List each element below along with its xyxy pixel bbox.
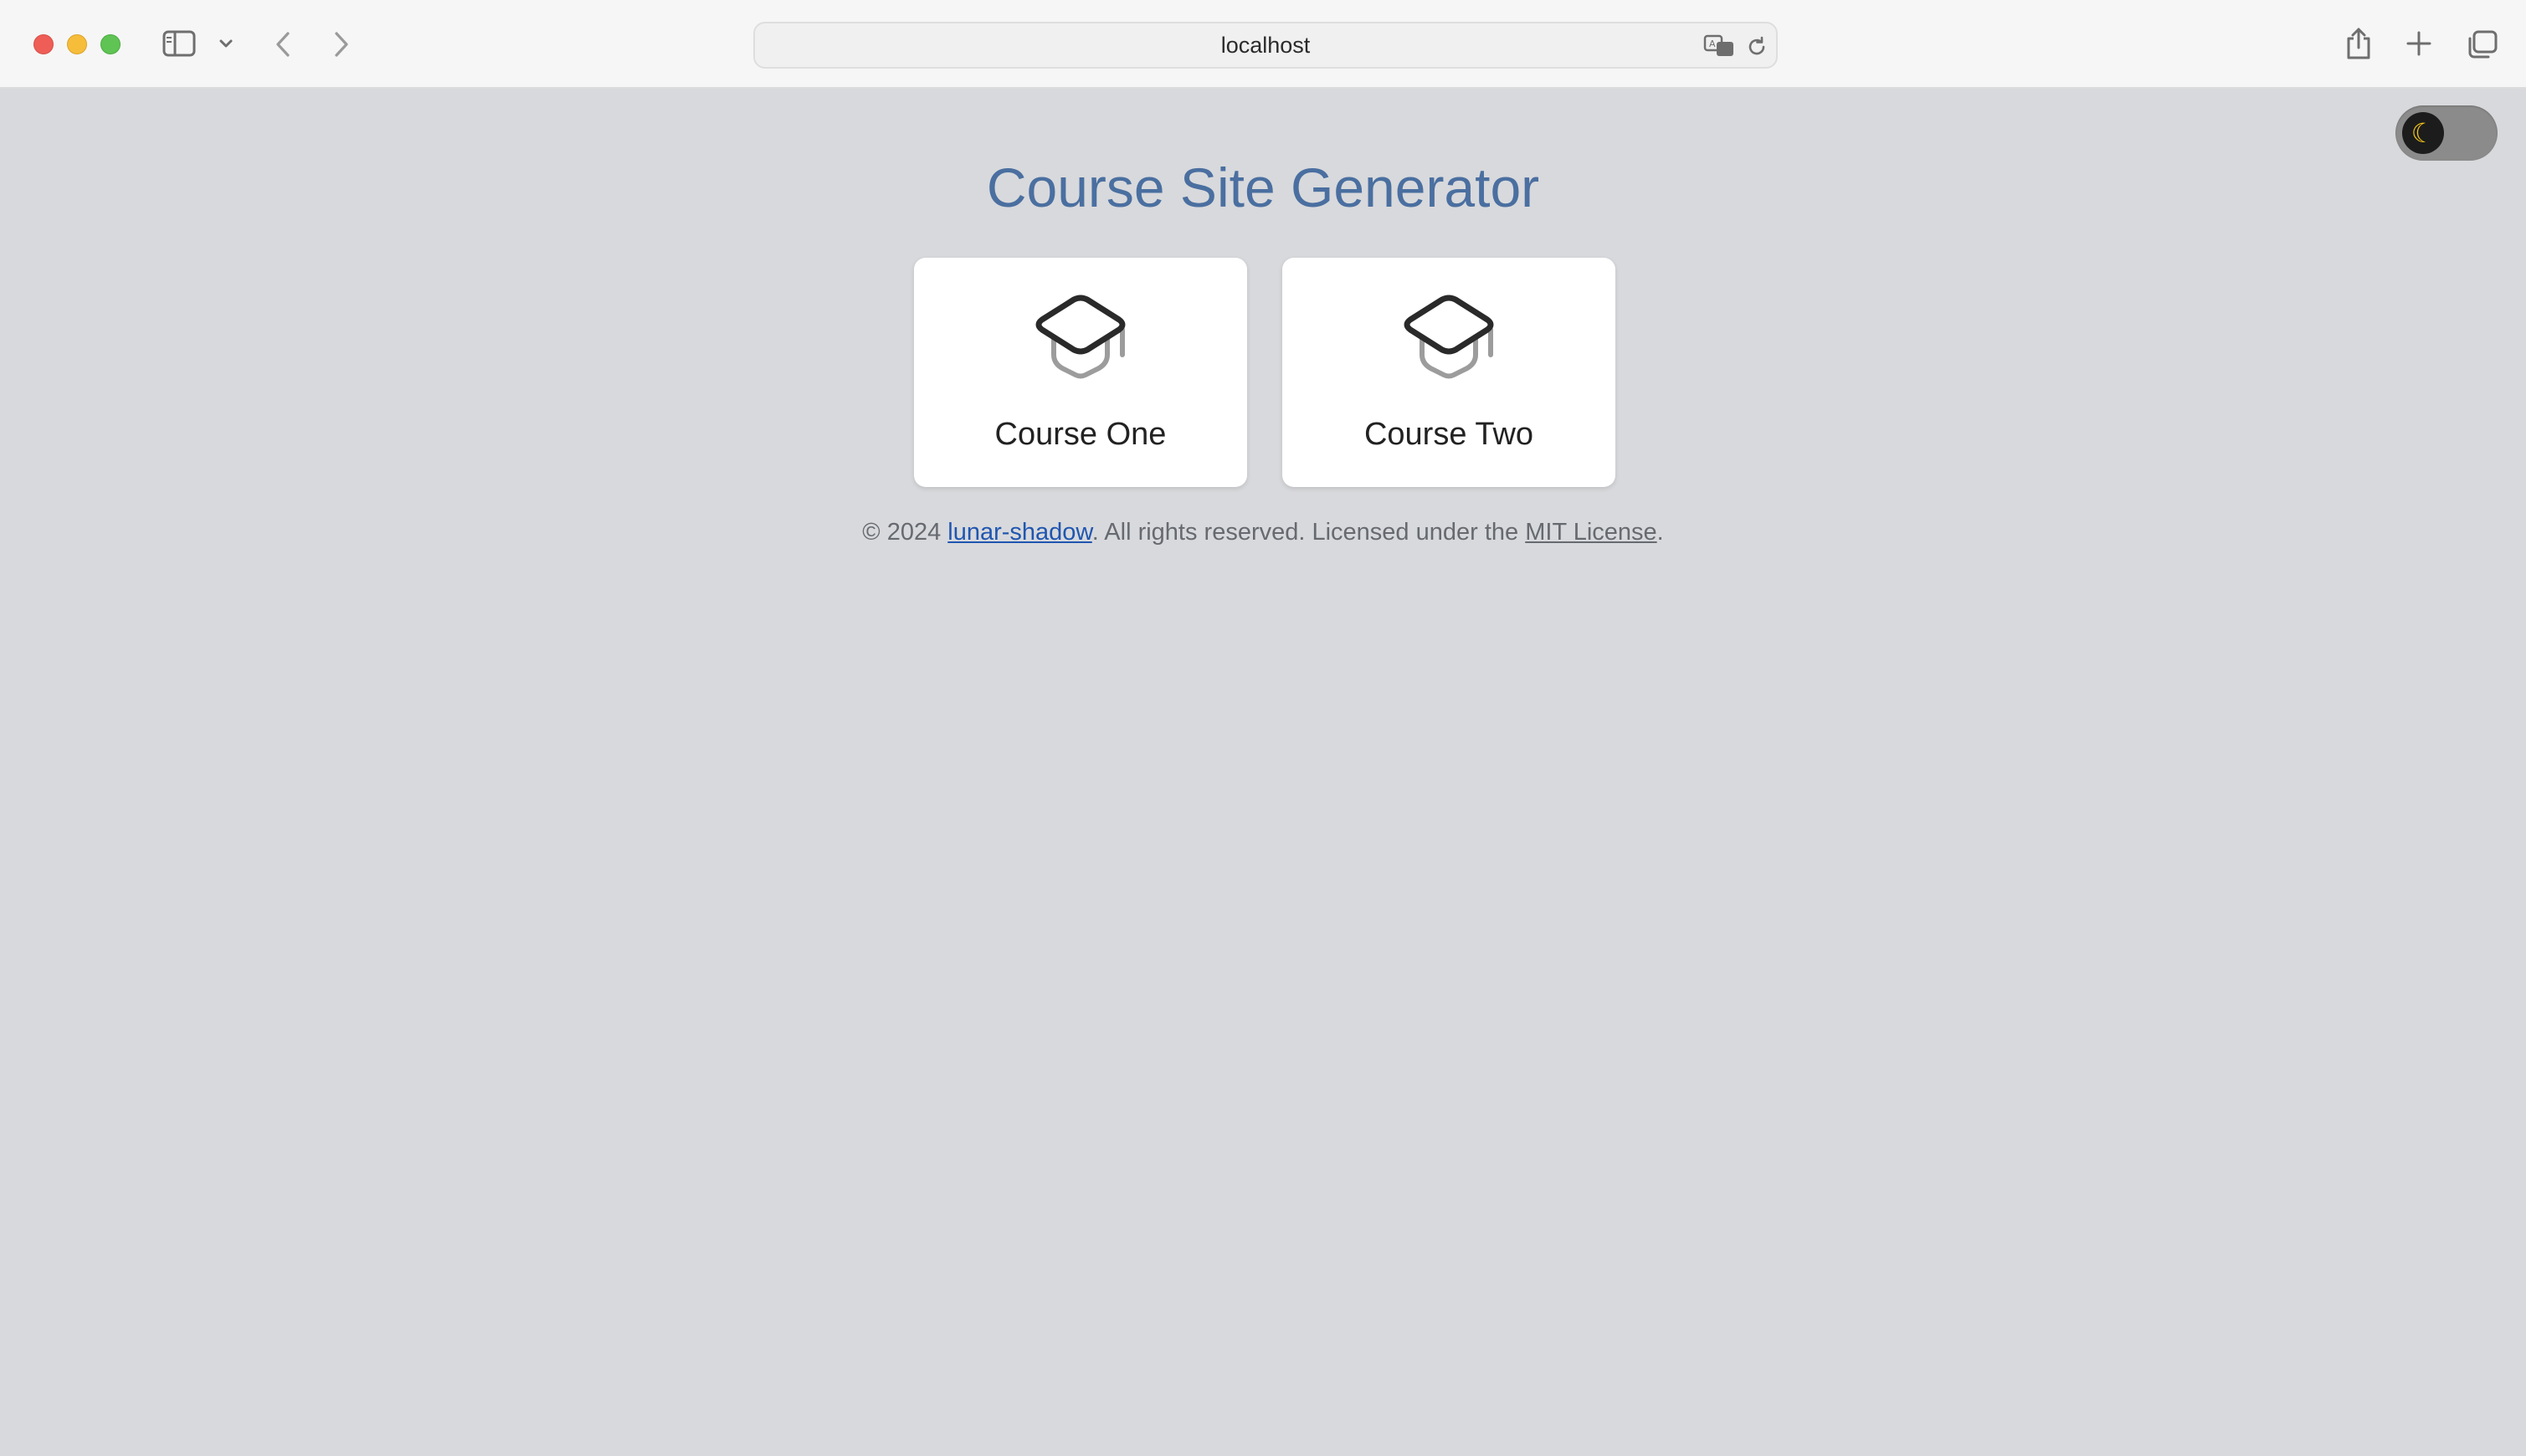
course-card-two[interactable]: Course Two (1282, 258, 1615, 487)
reload-icon[interactable] (1744, 33, 1769, 60)
tab-overview-icon[interactable] (2466, 28, 2499, 60)
course-card-one[interactable]: Course One (914, 258, 1247, 487)
share-icon[interactable] (2344, 23, 2374, 64)
moon-icon: ☾ (2402, 112, 2444, 154)
browser-window: localhost A ☾ Course Site Generator Cour… (0, 0, 2526, 1456)
translate-icon[interactable]: A (1702, 32, 1736, 60)
back-icon[interactable] (271, 28, 295, 60)
course-card-label: Course One (994, 417, 1167, 452)
browser-toolbar: localhost A (0, 0, 2526, 89)
course-list: Course One Course Two (914, 258, 1617, 487)
plus-icon[interactable] (2404, 28, 2434, 59)
address-bar[interactable]: localhost A (753, 22, 1778, 69)
page-footer: © 2024 lunar-shadow. All rights reserved… (0, 519, 2526, 546)
footer-copyright: © 2024 (862, 519, 948, 546)
graduation-cap-icon (1032, 295, 1129, 392)
address-url: localhost (1220, 32, 1311, 58)
sidebar-icon[interactable] (161, 28, 198, 59)
page-viewport: ☾ Course Site Generator Course One Cours… (0, 90, 2526, 1456)
zoom-window-button[interactable] (100, 34, 121, 54)
page-title: Course Site Generator (986, 156, 1540, 218)
license-link[interactable]: MIT License (1525, 519, 1656, 546)
footer-period: . (1656, 519, 1664, 546)
graduation-cap-icon (1400, 295, 1497, 392)
course-card-label: Course Two (1363, 417, 1534, 452)
svg-text:A: A (1709, 38, 1716, 49)
chevron-down-icon[interactable] (216, 35, 236, 52)
theme-toggle[interactable]: ☾ (2395, 105, 2498, 161)
forward-icon[interactable] (330, 28, 353, 60)
minimize-window-button[interactable] (67, 34, 87, 54)
author-link[interactable]: lunar-shadow (947, 519, 1092, 546)
footer-text: . All rights reserved. Licensed under th… (1091, 519, 1526, 546)
close-window-button[interactable] (33, 34, 54, 54)
